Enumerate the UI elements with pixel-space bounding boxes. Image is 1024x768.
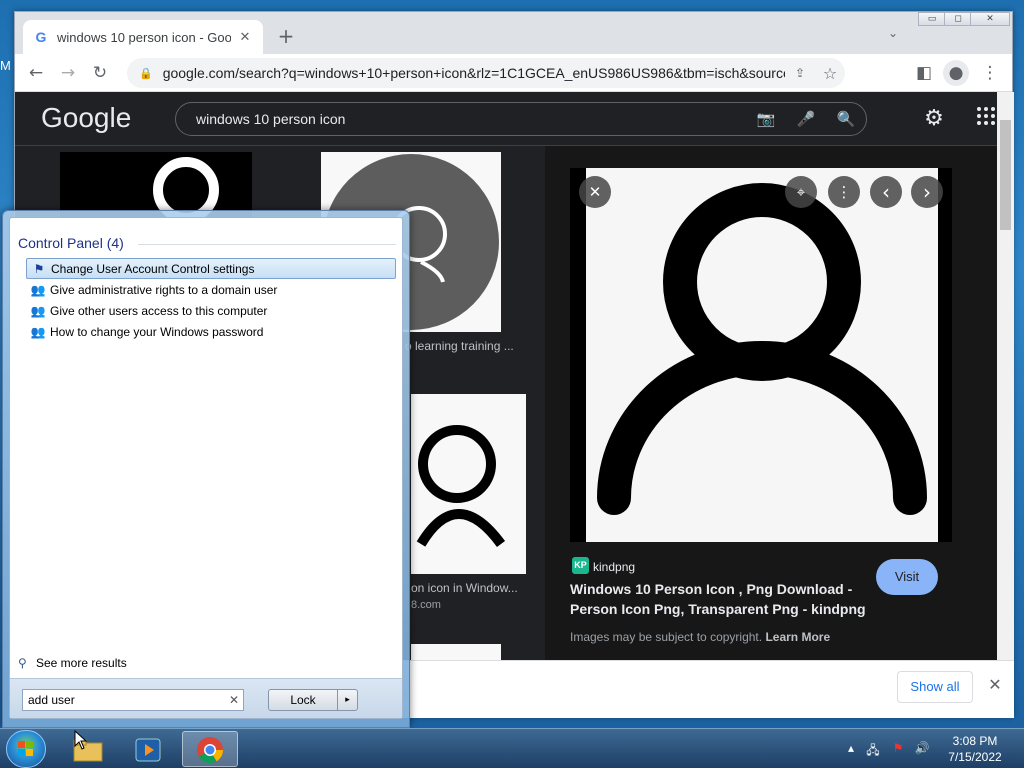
chrome-menu-icon[interactable]: ⋮ — [977, 60, 1003, 86]
volume-icon[interactable]: 🔊 — [914, 741, 930, 757]
minimize-button[interactable]: ▭ — [918, 12, 946, 26]
tab-strip: G windows 10 person icon - Googl ✕ + ⌄ ▭… — [15, 12, 1012, 54]
taskbar-chrome-button[interactable] — [182, 731, 238, 767]
lock-button[interactable]: Lock ▸ — [268, 689, 358, 711]
taskbar-clock[interactable]: 3:08 PM 7/15/2022 — [940, 733, 1010, 765]
profile-avatar-icon[interactable]: ● — [943, 60, 969, 86]
visit-button[interactable]: Visit — [876, 559, 938, 595]
start-menu-bottom-bar: add user ✕ Lock ▸ — [10, 678, 402, 718]
preview-image-canvas — [586, 168, 938, 542]
search-icon[interactable]: 🔍 — [826, 110, 866, 128]
learn-more-link[interactable]: Learn More — [765, 630, 830, 644]
source-site-name[interactable]: kindpng — [593, 560, 635, 574]
result-thumb-4[interactable] — [411, 644, 501, 660]
download-bar-close-icon[interactable]: ✕ — [985, 675, 1005, 694]
header-divider — [138, 244, 396, 245]
media-player-icon — [135, 738, 161, 762]
google-logo[interactable]: Google — [41, 102, 131, 134]
result-change-uac-settings[interactable]: ⚑ Change User Account Control settings — [26, 258, 396, 279]
taskbar-explorer-button[interactable] — [60, 731, 116, 767]
result-label: Change User Account Control settings — [51, 261, 255, 276]
close-window-button[interactable]: ✕ — [970, 12, 1010, 26]
magnifier-icon: ⚲ — [18, 656, 27, 670]
more-options-icon[interactable]: ⋮ — [828, 176, 860, 208]
maximize-button[interactable]: ◻ — [944, 12, 972, 26]
result-label: Give administrative rights to a domain u… — [50, 282, 278, 297]
taskbar: ▴ 🖧 ⚑ 🔊 3:08 PM 7/15/2022 — [0, 728, 1024, 768]
copyright-notice: Images may be subject to copyright. Lear… — [570, 630, 830, 644]
clock-time: 3:08 PM — [952, 734, 998, 748]
result-label: Give other users access to this computer — [50, 303, 268, 318]
shutdown-options-arrow-icon[interactable]: ▸ — [337, 690, 357, 710]
back-icon[interactable]: ← — [23, 60, 49, 86]
show-hidden-icons-chevron-icon[interactable]: ▴ — [843, 741, 859, 757]
preview-image[interactable] — [570, 168, 952, 542]
preview-title[interactable]: Windows 10 Person Icon , Png Download - … — [570, 579, 890, 619]
tab-search-icon[interactable]: ⌄ — [883, 26, 903, 46]
users-icon: 👥 — [30, 324, 46, 339]
chrome-icon — [197, 737, 224, 764]
reload-icon[interactable]: ↻ — [87, 60, 113, 86]
person-icon — [597, 183, 927, 515]
result-give-users-access[interactable]: 👥 Give other users access to this comput… — [26, 300, 396, 321]
tab-close-icon[interactable]: ✕ — [237, 30, 253, 45]
control-panel-header[interactable]: Control Panel (4) — [18, 235, 124, 251]
result-admin-rights-domain-user[interactable]: 👥 Give administrative rights to a domain… — [26, 279, 396, 300]
start-menu: Control Panel (4) ⚑ Change User Account … — [2, 210, 410, 728]
show-all-button[interactable]: Show all — [897, 671, 973, 703]
previous-image-icon[interactable]: ‹ — [870, 176, 902, 208]
start-search-input[interactable]: add user ✕ — [22, 689, 244, 711]
new-tab-button[interactable]: + — [273, 24, 299, 50]
result-thumb-3[interactable] — [411, 394, 526, 574]
vertical-scrollbar[interactable] — [997, 92, 1014, 660]
preview-close-icon[interactable]: ✕ — [579, 176, 611, 208]
lock-label: Lock — [290, 693, 316, 707]
clock-date: 7/15/2022 — [948, 750, 1002, 764]
search-query[interactable]: windows 10 person icon — [196, 111, 746, 127]
browser-toolbar: ← → ↻ 🔒 google.com/search?q=windows+10+p… — [15, 54, 1012, 92]
camera-icon[interactable]: 📷 — [746, 110, 786, 128]
result-label: How to change your Windows password — [50, 324, 264, 339]
browser-tab[interactable]: G windows 10 person icon - Googl ✕ — [23, 20, 263, 54]
users-icon: 👥 — [30, 303, 46, 318]
start-button[interactable] — [6, 730, 46, 768]
vertical-scroll-thumb[interactable] — [1000, 120, 1011, 230]
google-search-box[interactable]: windows 10 person icon 📷 🎤 🔍 — [175, 102, 867, 136]
mouse-cursor-icon — [74, 730, 88, 750]
taskbar-media-player-button[interactable] — [120, 731, 176, 767]
address-bar[interactable]: 🔒 google.com/search?q=windows+10+person+… — [127, 58, 845, 88]
tab-title: windows 10 person icon - Googl — [57, 29, 231, 45]
copyright-text: Images may be subject to copyright. — [570, 630, 763, 644]
see-more-label: See more results — [36, 656, 127, 670]
search-value: add user — [28, 693, 75, 707]
result-caption-2[interactable]: o learning training ... — [405, 339, 514, 353]
forward-icon[interactable]: → — [55, 60, 81, 86]
kindpng-logo-icon: KP — [572, 557, 589, 574]
action-center-flag-icon[interactable]: ⚑ — [890, 741, 906, 757]
network-icon[interactable]: 🖧 — [865, 741, 881, 757]
desktop-label: M — [0, 58, 11, 73]
windows-logo-icon — [18, 741, 33, 756]
result-change-windows-password[interactable]: 👥 How to change your Windows password — [26, 321, 396, 342]
users-icon: 👥 — [30, 282, 46, 297]
settings-gear-icon[interactable]: ⚙ — [921, 106, 947, 132]
mic-icon[interactable]: 🎤 — [786, 110, 826, 128]
next-image-icon[interactable]: › — [911, 176, 943, 208]
apps-grid-icon[interactable] — [973, 106, 997, 132]
lock-icon[interactable]: 🔒 — [139, 67, 153, 80]
bookmark-star-icon[interactable]: ☆ — [815, 64, 845, 83]
image-preview-panel: ✕ ⌖ ⋮ ‹ › KP kindpng Windows 10 Person I… — [545, 146, 997, 660]
see-more-results-link[interactable]: ⚲ See more results — [18, 656, 127, 670]
side-panel-icon[interactable]: ◧ — [911, 60, 937, 86]
uac-flag-icon: ⚑ — [33, 261, 45, 276]
result-domain-3: 8.com — [411, 599, 441, 611]
share-icon[interactable]: ⇪ — [785, 66, 815, 80]
result-caption-3[interactable]: on icon in Window... — [411, 581, 518, 595]
clear-search-icon[interactable]: ✕ — [225, 693, 243, 707]
google-favicon-icon: G — [35, 29, 47, 45]
url-text: google.com/search?q=windows+10+person+ic… — [162, 65, 785, 81]
google-header: Google windows 10 person icon 📷 🎤 🔍 ⚙ — [15, 92, 997, 146]
start-menu-results-panel: Control Panel (4) ⚑ Change User Account … — [9, 217, 403, 719]
lens-search-icon[interactable]: ⌖ — [785, 176, 817, 208]
